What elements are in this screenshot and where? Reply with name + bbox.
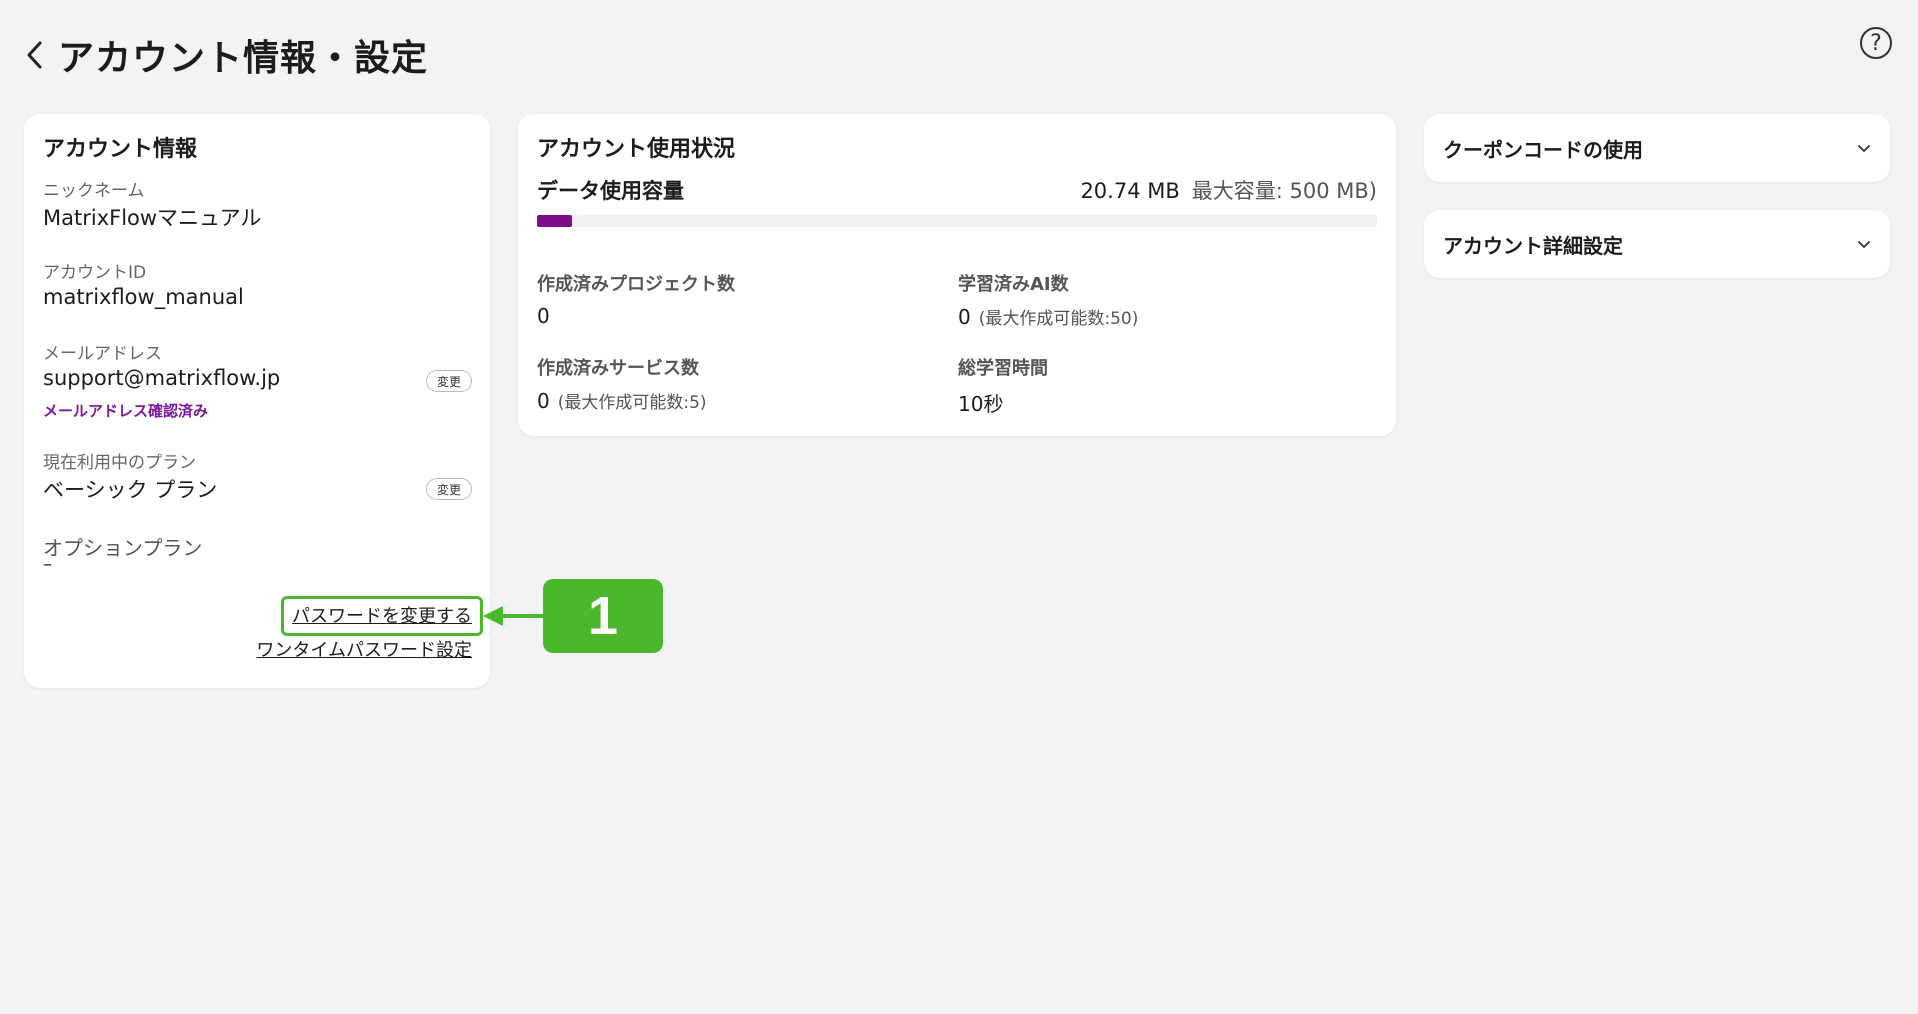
training-time-value: 10秒 bbox=[958, 392, 1004, 416]
account-detail-panel-title: アカウント詳細設定 bbox=[1443, 233, 1623, 258]
data-usage-max: 最大容量: 500 MB) bbox=[1191, 179, 1377, 203]
coupon-panel: クーポンコードの使用 bbox=[1424, 114, 1890, 182]
account-id-value: matrixflow_manual bbox=[43, 285, 244, 309]
trained-ai-label: 学習済みAI数 bbox=[958, 274, 1069, 295]
trained-ai-limit: (最大作成可能数:50) bbox=[978, 309, 1139, 329]
email-change-button[interactable]: 変更 bbox=[426, 370, 472, 392]
page-title: アカウント情報・設定 bbox=[58, 38, 429, 79]
data-usage-progress-track bbox=[537, 215, 1377, 227]
trained-ai-stat: 学習済みAI数 0 (最大作成可能数:50) bbox=[958, 270, 1138, 329]
services-value: 0 bbox=[537, 389, 550, 413]
account-usage-card: アカウント使用状況 データ使用容量 20.74 MB 最大容量: 500 MB) … bbox=[518, 114, 1396, 436]
plan-value: ベーシック プラン bbox=[43, 478, 218, 502]
account-detail-panel-header[interactable]: アカウント詳細設定 bbox=[1443, 210, 1871, 278]
plan-label: 現在利用中のプラン bbox=[43, 453, 196, 473]
otp-settings-link[interactable]: ワンタイムパスワード設定 bbox=[256, 636, 472, 662]
data-usage-row: データ使用容量 20.74 MB 最大容量: 500 MB) bbox=[537, 176, 1377, 204]
nickname-label: ニックネーム bbox=[43, 181, 145, 201]
back-button[interactable] bbox=[20, 35, 48, 75]
help-icon[interactable]: ? bbox=[1860, 27, 1892, 59]
services-stat: 作成済みサービス数 0 (最大作成可能数:5) bbox=[537, 354, 707, 413]
chevron-down-icon bbox=[1858, 241, 1870, 248]
annotation-arrow-line bbox=[503, 614, 543, 618]
data-usage-values: 20.74 MB 最大容量: 500 MB) bbox=[1080, 175, 1377, 205]
coupon-panel-header[interactable]: クーポンコードの使用 bbox=[1443, 114, 1871, 182]
data-usage-used: 20.74 MB bbox=[1080, 179, 1180, 203]
projects-stat: 作成済みプロジェクト数 0 bbox=[537, 270, 735, 328]
option-plan-label: オプションプラン bbox=[43, 536, 203, 560]
trained-ai-value-row: 0 (最大作成可能数:50) bbox=[958, 304, 1138, 329]
training-time-label: 総学習時間 bbox=[958, 358, 1048, 379]
services-limit: (最大作成可能数:5) bbox=[557, 393, 707, 413]
account-info-title: アカウント情報 bbox=[43, 137, 198, 162]
projects-value: 0 bbox=[537, 304, 550, 328]
annotation-callout: 1 bbox=[543, 579, 663, 653]
services-value-row: 0 (最大作成可能数:5) bbox=[537, 388, 707, 413]
data-usage-progress-fill bbox=[537, 215, 572, 227]
plan-change-button[interactable]: 変更 bbox=[426, 478, 472, 500]
services-label: 作成済みサービス数 bbox=[537, 358, 699, 379]
data-usage-label: データ使用容量 bbox=[537, 179, 684, 203]
email-verified-status: メールアドレス確認済み bbox=[43, 402, 209, 420]
annotation-arrow-head bbox=[483, 606, 503, 626]
nickname-value: MatrixFlowマニュアル bbox=[43, 206, 262, 230]
projects-label: 作成済みプロジェクト数 bbox=[537, 274, 735, 295]
coupon-panel-title: クーポンコードの使用 bbox=[1443, 137, 1643, 162]
annotation-highlight bbox=[281, 596, 483, 636]
training-time-stat: 総学習時間 10秒 bbox=[958, 354, 1048, 417]
email-value: support@matrixflow.jp bbox=[43, 366, 281, 390]
email-label: メールアドレス bbox=[43, 344, 162, 364]
account-usage-title: アカウント使用状況 bbox=[537, 137, 736, 162]
page-header: アカウント情報・設定 bbox=[20, 28, 428, 82]
chevron-down-icon bbox=[1858, 145, 1870, 152]
account-detail-panel: アカウント詳細設定 bbox=[1424, 210, 1890, 278]
option-plan-value: – bbox=[43, 554, 52, 575]
account-id-label: アカウントID bbox=[43, 263, 147, 283]
trained-ai-value: 0 bbox=[958, 305, 971, 329]
chevron-left-icon bbox=[27, 41, 42, 69]
